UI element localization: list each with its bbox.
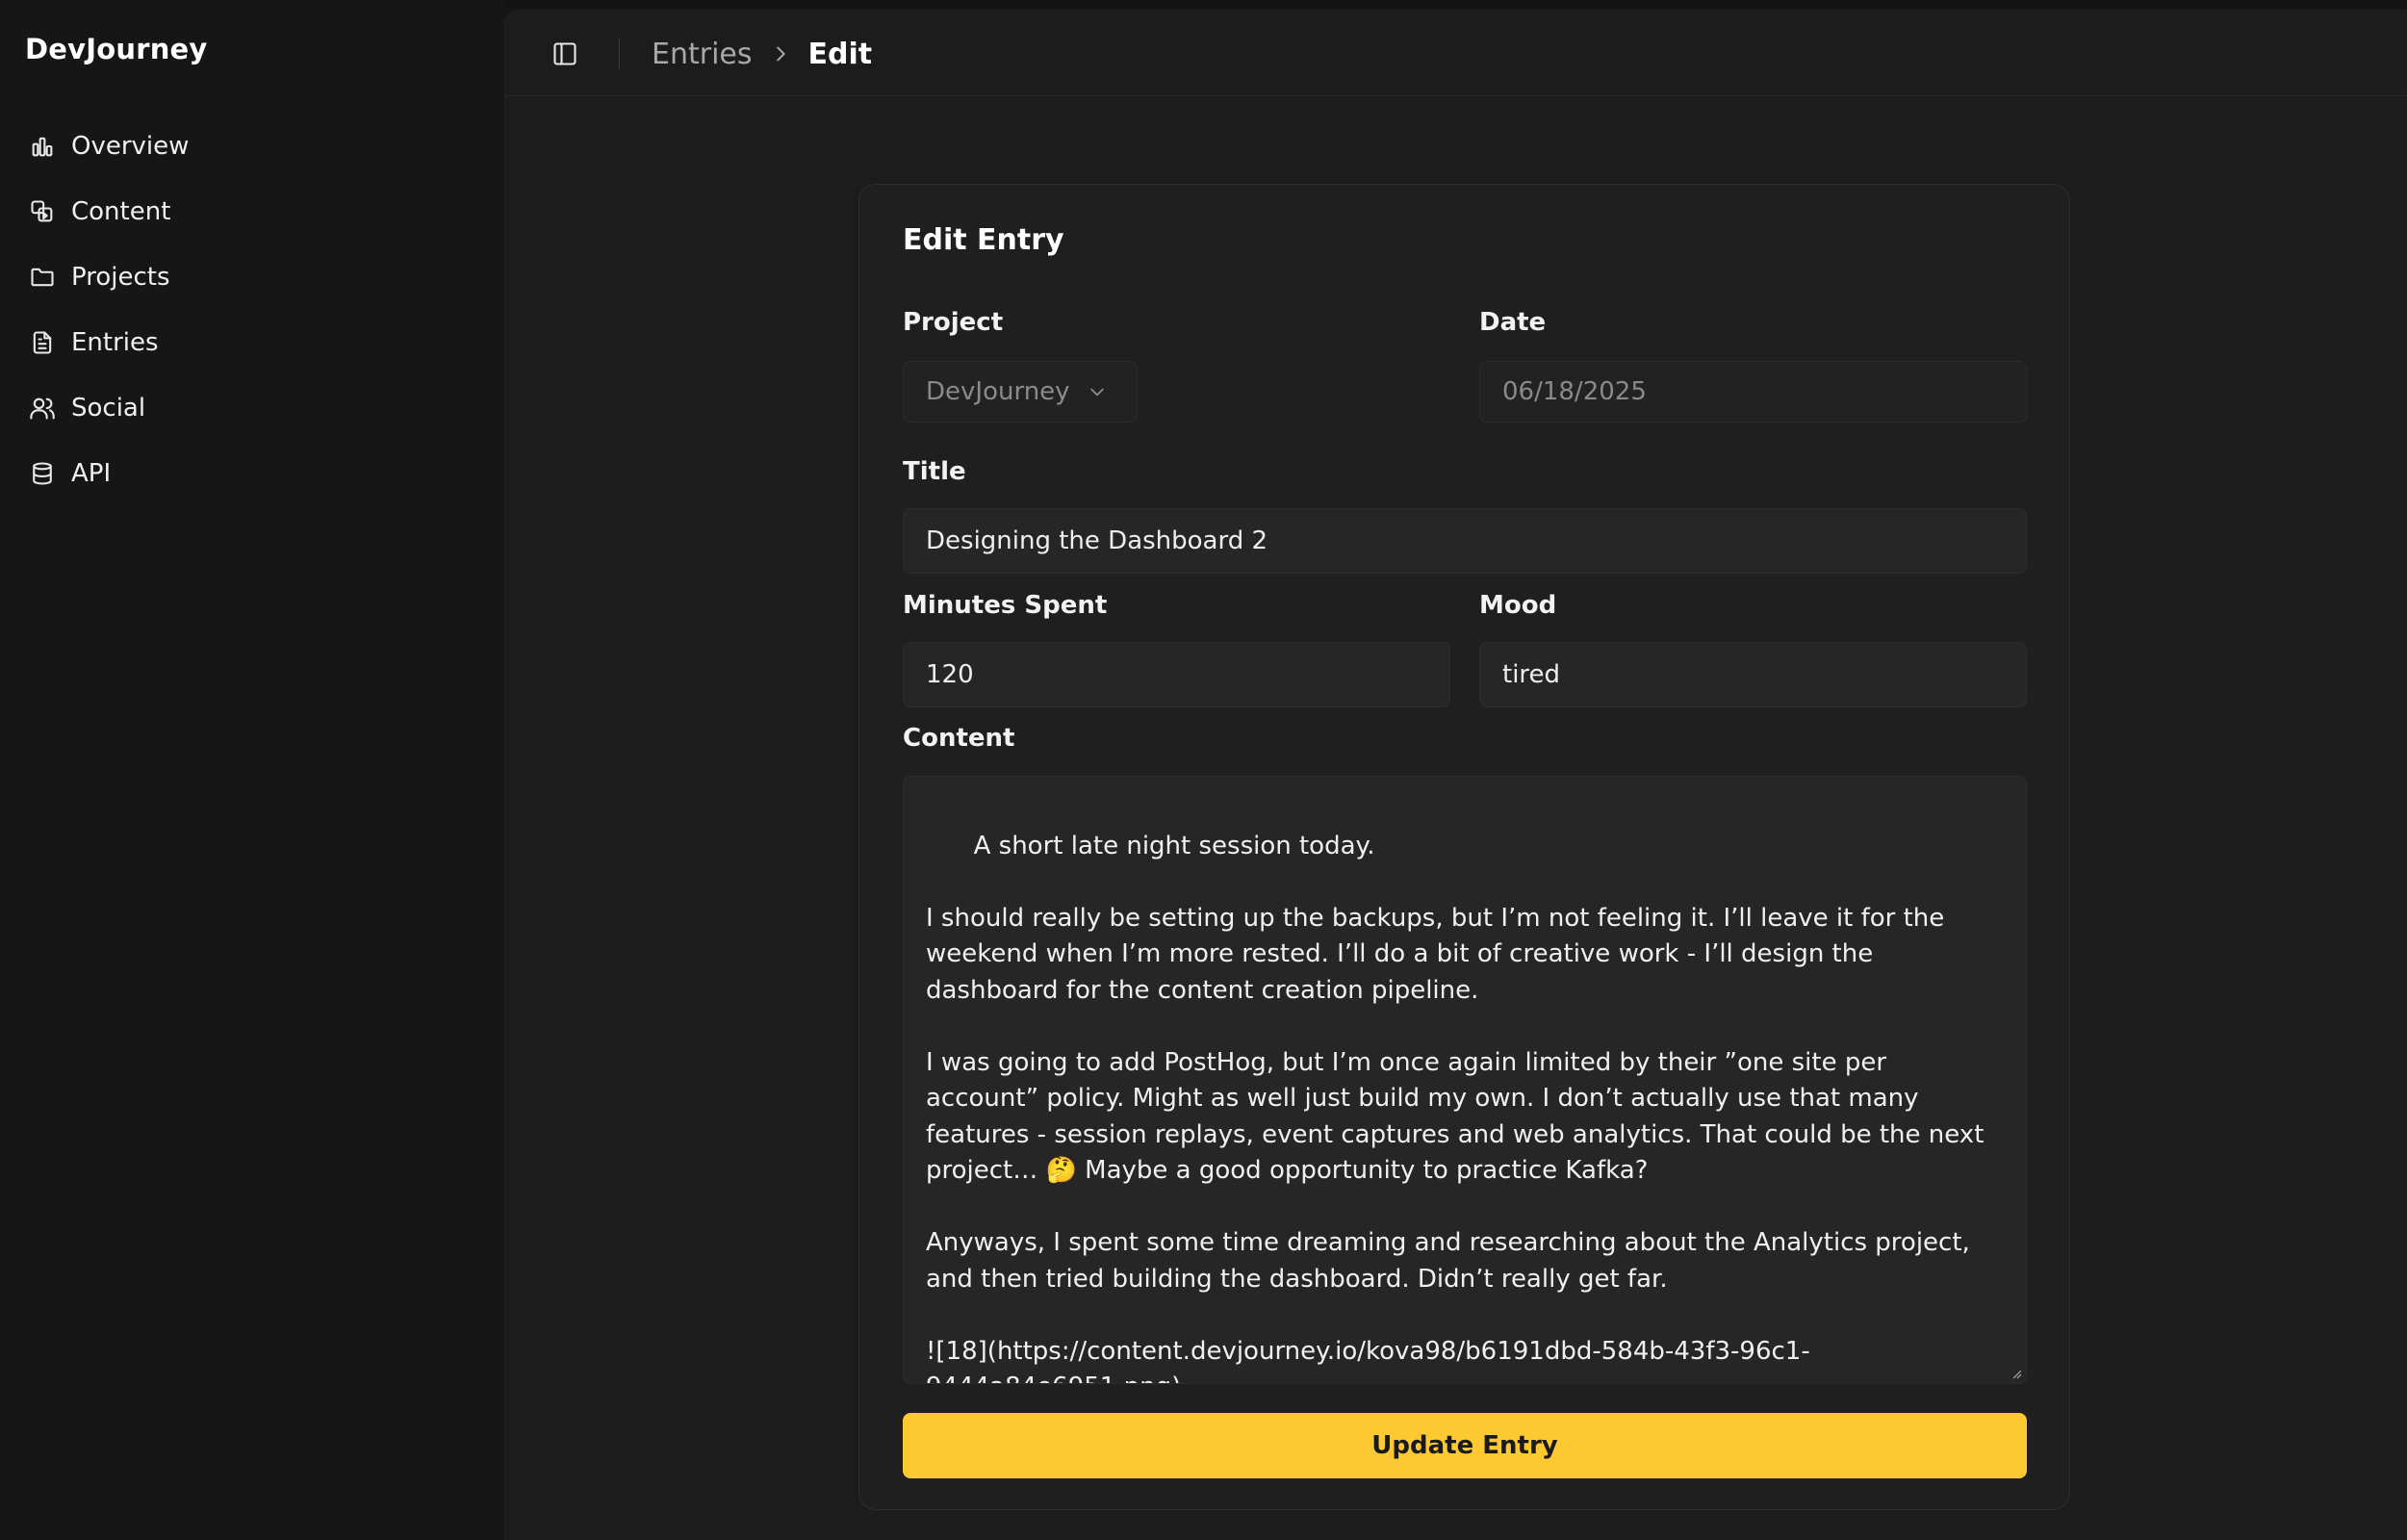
mood-input[interactable]: tired bbox=[1479, 642, 2027, 707]
breadcrumb-entries-link[interactable]: Entries bbox=[652, 38, 753, 71]
project-select[interactable]: DevJourney bbox=[903, 361, 1138, 423]
layers-icon bbox=[27, 196, 58, 227]
app-brand[interactable]: DevJourney bbox=[25, 33, 208, 65]
sidebar-item-label: Entries bbox=[71, 328, 159, 357]
content-textarea[interactable]: A short late night session today. I shou… bbox=[903, 776, 2027, 1384]
breadcrumb: Entries Edit bbox=[652, 33, 872, 75]
breadcrumb-current: Edit bbox=[807, 37, 873, 71]
update-entry-button[interactable]: Update Entry bbox=[903, 1413, 2027, 1478]
sidebar-item-label: Overview bbox=[71, 132, 190, 161]
database-icon bbox=[27, 458, 58, 489]
sidebar-item-social[interactable]: Social bbox=[0, 375, 504, 441]
mood-label: Mood bbox=[1479, 591, 1557, 620]
folder-icon bbox=[27, 262, 58, 293]
users-icon bbox=[27, 393, 58, 424]
content-textarea-value: A short late night session today. I shou… bbox=[926, 831, 1984, 1384]
sidebar: DevJourney Overview Content Projects Ent… bbox=[0, 0, 504, 1540]
minutes-input[interactable]: 120 bbox=[903, 642, 1450, 707]
edit-entry-form: Edit Entry Project DevJourney Date 06/18… bbox=[858, 184, 2070, 1510]
project-label: Project bbox=[903, 308, 1004, 337]
resize-handle-icon[interactable] bbox=[2010, 1368, 2022, 1379]
sidebar-item-overview[interactable]: Overview bbox=[0, 114, 504, 179]
date-label: Date bbox=[1479, 308, 1547, 337]
sidebar-item-projects[interactable]: Projects bbox=[0, 244, 504, 310]
content-label: Content bbox=[903, 724, 1015, 753]
sidebar-item-api[interactable]: API bbox=[0, 441, 504, 506]
sidebar-item-label: Projects bbox=[71, 263, 170, 292]
sidebar-item-label: Content bbox=[71, 197, 171, 226]
title-input-value: Designing the Dashboard 2 bbox=[926, 526, 1268, 555]
divider bbox=[619, 38, 620, 69]
minutes-label: Minutes Spent bbox=[903, 591, 1108, 620]
sidebar-item-content[interactable]: Content bbox=[0, 179, 504, 244]
date-field[interactable]: 06/18/2025 bbox=[1479, 361, 2027, 423]
chevron-down-icon bbox=[1088, 382, 1107, 401]
panel-left-icon bbox=[551, 40, 578, 67]
title-input[interactable]: Designing the Dashboard 2 bbox=[903, 508, 2027, 574]
sidebar-item-entries[interactable]: Entries bbox=[0, 310, 504, 375]
minutes-input-value: 120 bbox=[926, 660, 974, 689]
form-title: Edit Entry bbox=[903, 223, 1064, 257]
sidebar-toggle-button[interactable] bbox=[550, 38, 580, 69]
project-select-value: DevJourney bbox=[926, 377, 1070, 406]
sidebar-item-label: Social bbox=[71, 394, 146, 423]
file-text-icon bbox=[27, 327, 58, 358]
mood-input-value: tired bbox=[1502, 660, 1561, 689]
date-field-value: 06/18/2025 bbox=[1502, 377, 1647, 406]
main-panel: Entries Edit Edit Entry Project DevJourn… bbox=[504, 10, 2407, 1540]
chevron-right-icon bbox=[770, 43, 791, 64]
sidebar-item-label: API bbox=[71, 459, 112, 488]
title-label: Title bbox=[903, 457, 966, 486]
top-bar: Entries Edit bbox=[505, 10, 2407, 96]
sidebar-nav: Overview Content Projects Entries Social… bbox=[0, 114, 504, 506]
bar-chart-icon bbox=[27, 131, 58, 162]
